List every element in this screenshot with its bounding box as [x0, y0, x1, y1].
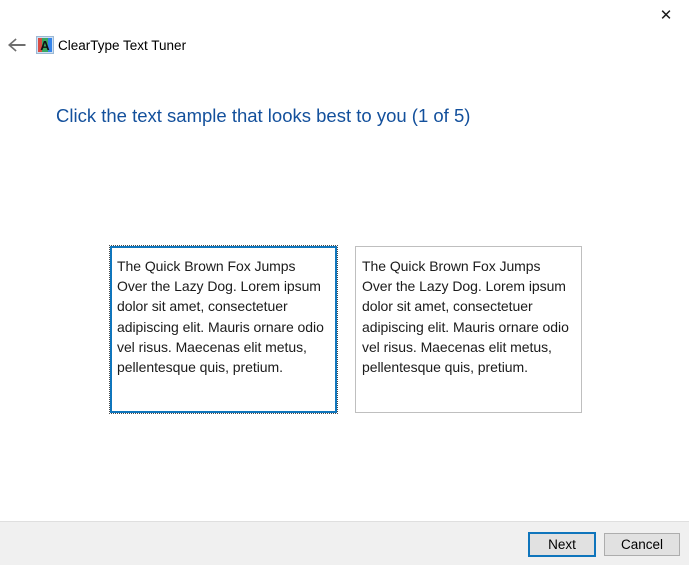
cleartype-text-tuner-window: ✕ A ClearType Text Tuner Click the text …: [0, 0, 689, 565]
cancel-button[interactable]: Cancel: [604, 533, 680, 556]
text-sample-option-2[interactable]: The Quick Brown Fox Jumps Over the Lazy …: [355, 246, 582, 413]
text-sample-content-1: The Quick Brown Fox Jumps Over the Lazy …: [117, 258, 324, 376]
text-sample-option-1[interactable]: The Quick Brown Fox Jumps Over the Lazy …: [109, 245, 338, 414]
next-button[interactable]: Next: [528, 532, 596, 557]
text-sample-content-2: The Quick Brown Fox Jumps Over the Lazy …: [362, 258, 569, 376]
sample-panel-group: The Quick Brown Fox Jumps Over the Lazy …: [0, 0, 689, 521]
footer-bar: Next Cancel: [0, 521, 689, 565]
